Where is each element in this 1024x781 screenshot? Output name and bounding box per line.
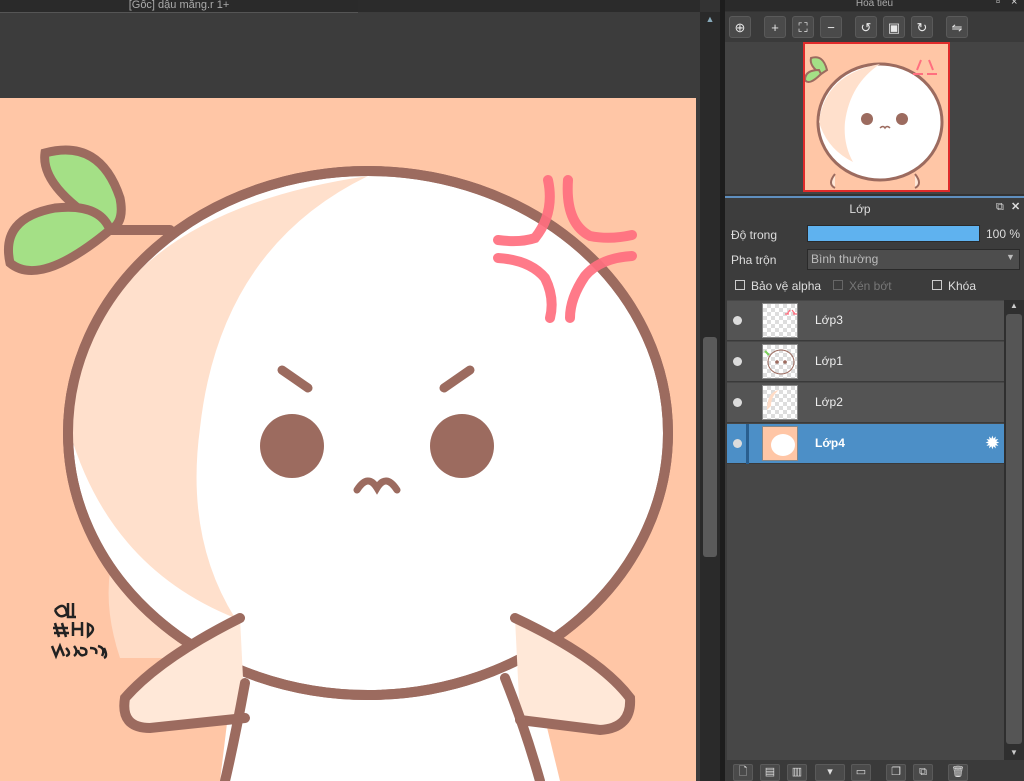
navigator-thumbnail[interactable] — [803, 42, 950, 192]
layer-thumbnail — [762, 303, 798, 338]
artwork-leaf-left — [4, 202, 116, 275]
visibility-eye-icon[interactable] — [733, 439, 742, 448]
new-layer-icon[interactable]: 🗋 — [733, 764, 753, 781]
opacity-value: 100 % — [986, 227, 1021, 241]
chevron-down-icon[interactable]: ▼ — [1006, 252, 1015, 262]
visibility-eye-icon[interactable] — [733, 398, 742, 407]
merge-icon[interactable]: ⧉ — [913, 764, 933, 781]
folder-icon[interactable]: ▭ — [851, 764, 871, 781]
layer-name: Lớp3 — [815, 313, 843, 327]
drawing-canvas[interactable] — [0, 98, 696, 781]
lock-checkbox[interactable] — [932, 280, 942, 290]
selection-edge — [746, 424, 749, 464]
close-icon[interactable]: ✕ — [1011, 200, 1020, 213]
reset-view-icon[interactable]: ▣ — [883, 16, 905, 38]
protect-alpha-label: Bảo vệ alpha — [751, 279, 822, 293]
navigator-thumbnail-art — [805, 44, 948, 190]
opacity-slider[interactable] — [807, 225, 980, 242]
undock-icon[interactable]: ▫ — [996, 0, 1000, 8]
artwork-right-eye — [430, 414, 494, 478]
undock-icon[interactable]: ⧉ — [996, 201, 1004, 214]
rotate-right-icon[interactable]: ↻ — [911, 16, 933, 38]
zoom-in-icon[interactable]: + — [764, 16, 786, 38]
blend-mode-select[interactable]: Bình thường — [807, 249, 1020, 270]
layer-row[interactable]: Lớp1 — [727, 342, 1004, 382]
visibility-eye-icon[interactable] — [733, 357, 742, 366]
layers-scroll-thumb[interactable] — [1006, 314, 1022, 744]
navigator-title: Hoa tiêu — [725, 0, 1024, 11]
visibility-eye-icon[interactable] — [733, 316, 742, 325]
trash-icon[interactable]: 🗑 — [948, 764, 968, 781]
artwork-illustration — [4, 145, 673, 781]
fit-window-icon[interactable]: ⛶ — [792, 16, 814, 38]
new-raster-icon[interactable]: ▤ — [760, 764, 780, 781]
protect-alpha-checkbox[interactable] — [735, 280, 745, 290]
layer-name: Lớp2 — [815, 395, 843, 409]
lock-label: Khóa — [948, 279, 977, 293]
add-layer-menu-icon[interactable]: ▾ — [815, 764, 845, 781]
close-icon[interactable]: × — [1011, 0, 1017, 8]
layer-thumbnail — [762, 385, 798, 420]
blend-mode-label: Pha trộn — [731, 253, 777, 267]
gear-icon[interactable]: ✹ — [985, 433, 1000, 453]
layer-name: Lớp1 — [815, 354, 843, 368]
tab-bar-empty — [358, 0, 700, 12]
duplicate-icon[interactable]: ❐ — [886, 764, 906, 781]
rotate-left-icon[interactable]: ↺ — [855, 16, 877, 38]
document-tab[interactable]: [Gốc] dậu mắng.r 1+ — [0, 0, 358, 13]
zoom-out-icon[interactable]: − — [820, 16, 842, 38]
new-1bit-icon[interactable]: ▥ — [787, 764, 807, 781]
layer-row[interactable]: Lớp2 — [727, 383, 1004, 423]
clipping-label: Xén bớt — [849, 279, 892, 293]
layer-thumbnail — [762, 344, 798, 379]
layer-panel-title: Lớp — [849, 202, 871, 216]
canvas-scroll-thumb[interactable] — [703, 337, 717, 557]
zoom-fit-icon[interactable]: ⊕ — [729, 16, 751, 38]
artwork-left-eye — [260, 414, 324, 478]
opacity-label: Độ trong — [731, 228, 778, 242]
flip-horizontal-icon[interactable]: ⇋ — [946, 16, 968, 38]
layer-thumbnail — [762, 426, 798, 461]
layer-name: Lớp4 — [815, 436, 845, 450]
navigator-toolbar: ⊕ + ⛶ − ↺ ▣ ↻ ⇋ — [725, 12, 1024, 42]
layer-row[interactable]: Lớp3 — [727, 301, 1004, 341]
artwork-signature — [50, 603, 108, 660]
artwork-right-arm — [510, 613, 636, 736]
scroll-down-arrow-icon[interactable]: ▼ — [1008, 748, 1020, 758]
clipping-checkbox[interactable] — [833, 280, 843, 290]
layer-row-selected[interactable]: Lớp4 ✹ — [727, 424, 1004, 464]
scroll-up-arrow-icon[interactable]: ▲ — [704, 14, 716, 24]
scroll-up-arrow-icon[interactable]: ▲ — [1008, 301, 1020, 311]
